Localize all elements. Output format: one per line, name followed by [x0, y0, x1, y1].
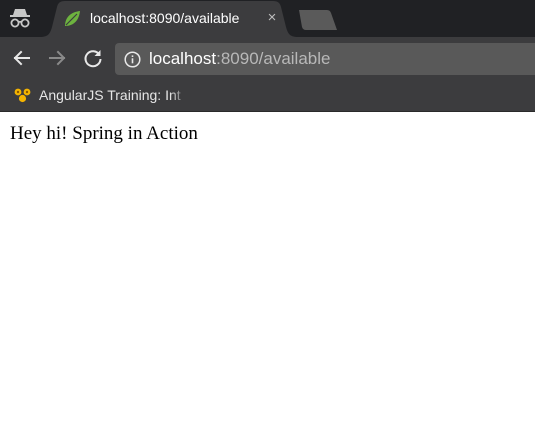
page-content: Hey hi! Spring in Action: [0, 112, 535, 431]
new-tab-icon[interactable]: [297, 9, 339, 31]
browser-chrome: localhost:8090/available × localhost:809…: [0, 0, 535, 112]
tab-active[interactable]: localhost:8090/available ×: [40, 1, 298, 37]
tab-strip: localhost:8090/available ×: [0, 0, 535, 37]
bookmarks-bar: AngularJS Training: Int: [0, 79, 535, 112]
spring-leaf-icon: [63, 10, 81, 28]
back-arrow-icon[interactable]: [9, 45, 35, 71]
reload-icon[interactable]: [80, 45, 106, 71]
toolbar: localhost:8090/available: [0, 37, 535, 79]
page-body-text: Hey hi! Spring in Action: [10, 123, 198, 144]
close-tab-icon[interactable]: ×: [264, 8, 280, 28]
url-text[interactable]: localhost:8090/available: [149, 49, 330, 69]
forward-arrow-icon[interactable]: [44, 45, 70, 71]
address-bar[interactable]: localhost:8090/available: [115, 43, 535, 75]
info-icon[interactable]: [124, 51, 141, 68]
incognito-icon: [7, 6, 33, 30]
url-host: localhost: [149, 49, 217, 68]
angularjs-bookmark-icon: [14, 88, 31, 103]
bookmark-label: AngularJS Training: Int: [39, 87, 181, 103]
url-path: :8090/available: [216, 49, 331, 68]
tab-title: localhost:8090/available: [90, 10, 240, 26]
bookmark-fade: [170, 84, 188, 106]
bookmark-angularjs-training[interactable]: AngularJS Training: Int: [8, 84, 188, 106]
